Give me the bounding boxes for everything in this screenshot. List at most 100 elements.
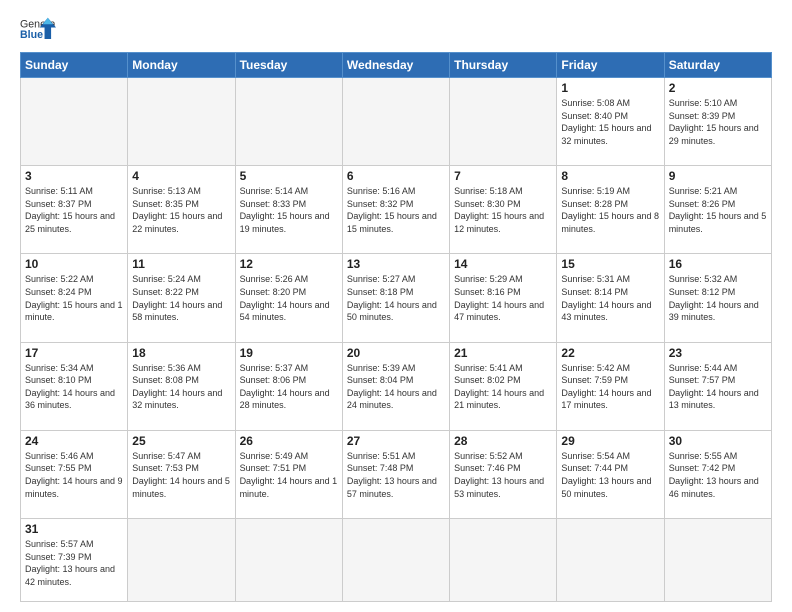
day-info: Sunrise: 5:57 AM Sunset: 7:39 PM Dayligh…: [25, 538, 123, 588]
day-info: Sunrise: 5:27 AM Sunset: 8:18 PM Dayligh…: [347, 273, 445, 323]
day-info: Sunrise: 5:42 AM Sunset: 7:59 PM Dayligh…: [561, 362, 659, 412]
day-number: 5: [240, 169, 338, 183]
week-row-3: 10 Sunrise: 5:22 AM Sunset: 8:24 PM Dayli…: [21, 254, 772, 342]
weekday-thursday: Thursday: [450, 53, 557, 78]
day-cell-25: 25Sunrise: 5:47 AM Sunset: 7:53 PM Dayli…: [128, 430, 235, 518]
day-cell-13: 13 Sunrise: 5:27 AM Sunset: 8:18 PM Dayli…: [342, 254, 449, 342]
empty-cell: [128, 78, 235, 166]
day-info: Sunrise: 5:22 AM Sunset: 8:24 PM Dayligh…: [25, 273, 123, 323]
day-number: 20: [347, 346, 445, 360]
day-cell-11: 11 Sunrise: 5:24 AM Sunset: 8:22 PM Dayli…: [128, 254, 235, 342]
day-number: 27: [347, 434, 445, 448]
day-cell-2: 2Sunrise: 5:10 AM Sunset: 8:39 PM Daylig…: [664, 78, 771, 166]
day-number: 15: [561, 257, 659, 271]
logo: General Blue: [20, 16, 56, 44]
empty-cell: [342, 78, 449, 166]
weekday-monday: Monday: [128, 53, 235, 78]
day-info: Sunrise: 5:51 AM Sunset: 7:48 PM Dayligh…: [347, 450, 445, 500]
day-info: Sunrise: 5:54 AM Sunset: 7:44 PM Dayligh…: [561, 450, 659, 500]
day-cell-15: 15 Sunrise: 5:31 AM Sunset: 8:14 PM Dayli…: [557, 254, 664, 342]
day-cell-10: 10 Sunrise: 5:22 AM Sunset: 8:24 PM Dayli…: [21, 254, 128, 342]
day-info: Sunrise: 5:29 AM Sunset: 8:16 PM Dayligh…: [454, 273, 552, 323]
day-number: 7: [454, 169, 552, 183]
day-number: 14: [454, 257, 552, 271]
day-info: Sunrise: 5:36 AM Sunset: 8:08 PM Dayligh…: [132, 362, 230, 412]
day-cell-7: 7 Sunrise: 5:18 AM Sunset: 8:30 PM Daylig…: [450, 166, 557, 254]
empty-cell: [450, 78, 557, 166]
day-info: Sunrise: 5:26 AM Sunset: 8:20 PM Dayligh…: [240, 273, 338, 323]
day-number: 9: [669, 169, 767, 183]
day-info: Sunrise: 5:11 AM Sunset: 8:37 PM Dayligh…: [25, 185, 123, 235]
day-number: 23: [669, 346, 767, 360]
day-info: Sunrise: 5:16 AM Sunset: 8:32 PM Dayligh…: [347, 185, 445, 235]
day-cell-1: 1Sunrise: 5:08 AM Sunset: 8:40 PM Daylig…: [557, 78, 664, 166]
generalblue-logo-icon: General Blue: [20, 16, 56, 44]
day-number: 17: [25, 346, 123, 360]
weekday-header-row: SundayMondayTuesdayWednesdayThursdayFrid…: [21, 53, 772, 78]
day-cell-27: 27 Sunrise: 5:51 AM Sunset: 7:48 PM Dayli…: [342, 430, 449, 518]
empty-cell: [128, 519, 235, 602]
day-info: Sunrise: 5:52 AM Sunset: 7:46 PM Dayligh…: [454, 450, 552, 500]
day-cell-28: 28 Sunrise: 5:52 AM Sunset: 7:46 PM Dayli…: [450, 430, 557, 518]
weekday-tuesday: Tuesday: [235, 53, 342, 78]
day-cell-8: 8 Sunrise: 5:19 AM Sunset: 8:28 PM Daylig…: [557, 166, 664, 254]
day-cell-22: 22 Sunrise: 5:42 AM Sunset: 7:59 PM Dayli…: [557, 342, 664, 430]
day-number: 11: [132, 257, 230, 271]
day-info: Sunrise: 5:19 AM Sunset: 8:28 PM Dayligh…: [561, 185, 659, 235]
day-cell-26: 26 Sunrise: 5:49 AM Sunset: 7:51 PM Dayli…: [235, 430, 342, 518]
day-info: Sunrise: 5:31 AM Sunset: 8:14 PM Dayligh…: [561, 273, 659, 323]
day-info: Sunrise: 5:55 AM Sunset: 7:42 PM Dayligh…: [669, 450, 767, 500]
empty-cell: [21, 78, 128, 166]
day-number: 26: [240, 434, 338, 448]
empty-cell: [450, 519, 557, 602]
day-cell-21: 21Sunrise: 5:41 AM Sunset: 8:02 PM Dayli…: [450, 342, 557, 430]
day-cell-24: 24Sunrise: 5:46 AM Sunset: 7:55 PM Dayli…: [21, 430, 128, 518]
empty-cell: [664, 519, 771, 602]
day-info: Sunrise: 5:49 AM Sunset: 7:51 PM Dayligh…: [240, 450, 338, 500]
day-number: 10: [25, 257, 123, 271]
day-number: 13: [347, 257, 445, 271]
week-row-1: 1Sunrise: 5:08 AM Sunset: 8:40 PM Daylig…: [21, 78, 772, 166]
page: General Blue SundayMondayTuesdayWednesda…: [0, 0, 792, 612]
day-cell-6: 6 Sunrise: 5:16 AM Sunset: 8:32 PM Daylig…: [342, 166, 449, 254]
day-cell-17: 17 Sunrise: 5:34 AM Sunset: 8:10 PM Dayli…: [21, 342, 128, 430]
header: General Blue: [20, 16, 772, 44]
day-cell-3: 3 Sunrise: 5:11 AM Sunset: 8:37 PM Daylig…: [21, 166, 128, 254]
day-info: Sunrise: 5:24 AM Sunset: 8:22 PM Dayligh…: [132, 273, 230, 323]
day-info: Sunrise: 5:46 AM Sunset: 7:55 PM Dayligh…: [25, 450, 123, 500]
day-info: Sunrise: 5:14 AM Sunset: 8:33 PM Dayligh…: [240, 185, 338, 235]
day-cell-4: 4Sunrise: 5:13 AM Sunset: 8:35 PM Daylig…: [128, 166, 235, 254]
day-cell-30: 30 Sunrise: 5:55 AM Sunset: 7:42 PM Dayli…: [664, 430, 771, 518]
svg-text:Blue: Blue: [20, 29, 43, 41]
week-row-5: 24Sunrise: 5:46 AM Sunset: 7:55 PM Dayli…: [21, 430, 772, 518]
week-row-2: 3 Sunrise: 5:11 AM Sunset: 8:37 PM Daylig…: [21, 166, 772, 254]
day-number: 8: [561, 169, 659, 183]
day-info: Sunrise: 5:10 AM Sunset: 8:39 PM Dayligh…: [669, 97, 767, 147]
day-number: 19: [240, 346, 338, 360]
day-number: 18: [132, 346, 230, 360]
day-number: 6: [347, 169, 445, 183]
day-number: 30: [669, 434, 767, 448]
day-cell-18: 18 Sunrise: 5:36 AM Sunset: 8:08 PM Dayli…: [128, 342, 235, 430]
day-number: 3: [25, 169, 123, 183]
empty-cell: [235, 519, 342, 602]
day-info: Sunrise: 5:18 AM Sunset: 8:30 PM Dayligh…: [454, 185, 552, 235]
weekday-sunday: Sunday: [21, 53, 128, 78]
day-number: 1: [561, 81, 659, 95]
day-info: Sunrise: 5:34 AM Sunset: 8:10 PM Dayligh…: [25, 362, 123, 412]
day-number: 25: [132, 434, 230, 448]
weekday-saturday: Saturday: [664, 53, 771, 78]
day-cell-9: 9Sunrise: 5:21 AM Sunset: 8:26 PM Daylig…: [664, 166, 771, 254]
empty-cell: [557, 519, 664, 602]
day-cell-23: 23Sunrise: 5:44 AM Sunset: 7:57 PM Dayli…: [664, 342, 771, 430]
day-number: 28: [454, 434, 552, 448]
day-number: 22: [561, 346, 659, 360]
day-info: Sunrise: 5:13 AM Sunset: 8:35 PM Dayligh…: [132, 185, 230, 235]
day-info: Sunrise: 5:32 AM Sunset: 8:12 PM Dayligh…: [669, 273, 767, 323]
weekday-friday: Friday: [557, 53, 664, 78]
day-info: Sunrise: 5:37 AM Sunset: 8:06 PM Dayligh…: [240, 362, 338, 412]
day-cell-20: 20Sunrise: 5:39 AM Sunset: 8:04 PM Dayli…: [342, 342, 449, 430]
day-cell-12: 12Sunrise: 5:26 AM Sunset: 8:20 PM Dayli…: [235, 254, 342, 342]
calendar-table: SundayMondayTuesdayWednesdayThursdayFrid…: [20, 52, 772, 602]
day-cell-29: 29Sunrise: 5:54 AM Sunset: 7:44 PM Dayli…: [557, 430, 664, 518]
